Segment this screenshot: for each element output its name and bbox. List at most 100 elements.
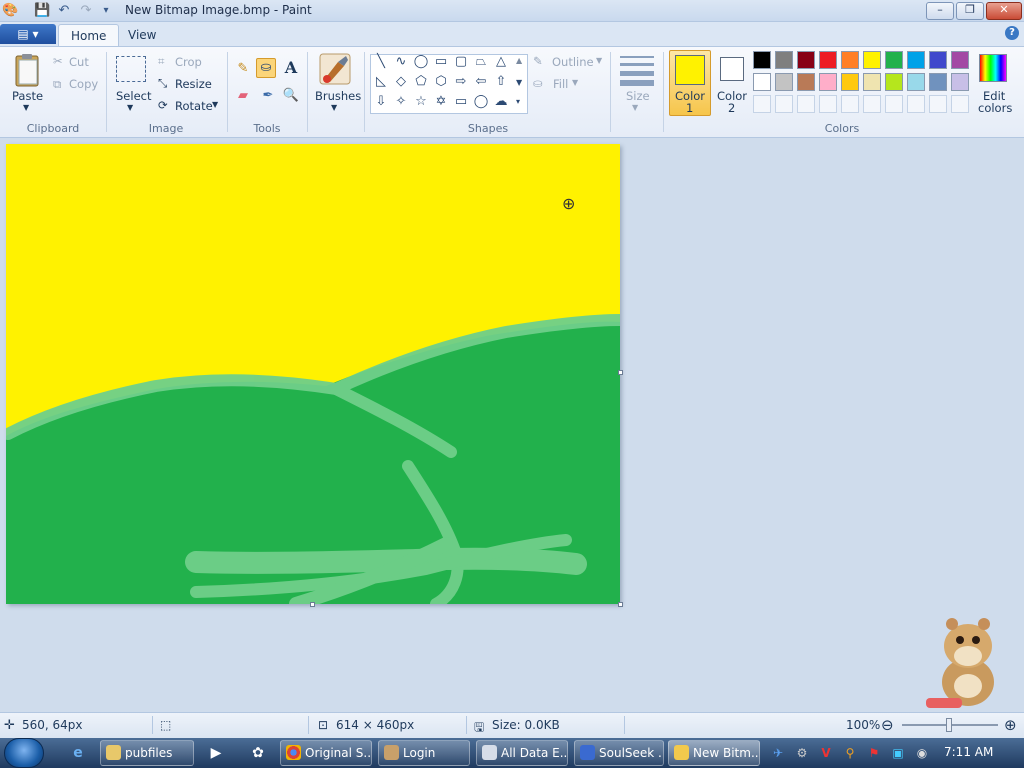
minimize-button[interactable]: – xyxy=(926,2,954,20)
size-button[interactable]: Size xyxy=(626,89,650,103)
shapes-scroll-down-icon[interactable]: ▼ xyxy=(516,78,522,87)
tray-speaker-icon[interactable]: ◉ xyxy=(914,745,930,761)
color-swatch[interactable] xyxy=(775,51,793,69)
tab-home[interactable]: Home xyxy=(58,24,120,46)
size-icon[interactable] xyxy=(620,54,654,86)
oval-callout-shape-icon[interactable]: ◯ xyxy=(472,93,490,111)
paste-icon[interactable] xyxy=(10,52,44,90)
color-picker-icon[interactable]: ✒ xyxy=(258,86,278,106)
right-triangle-shape-icon[interactable]: ◺ xyxy=(372,73,390,91)
pentagon-shape-icon[interactable]: ⬠ xyxy=(412,73,430,91)
cloud-callout-shape-icon[interactable]: ☁ xyxy=(492,93,510,111)
crop-icon[interactable]: ⌗ xyxy=(158,54,164,69)
select-icon[interactable] xyxy=(116,56,146,82)
magnifier-icon[interactable]: 🔍 xyxy=(281,86,301,106)
tray-v-icon[interactable]: V xyxy=(818,745,834,761)
rotate-dropdown-icon[interactable]: ▼ xyxy=(212,100,218,109)
taskbar-item-all-data[interactable]: All Data E... xyxy=(476,740,568,766)
crop-button[interactable]: Crop xyxy=(175,55,202,69)
tray-monitor-icon[interactable]: ▣ xyxy=(890,745,906,761)
left-arrow-shape-icon[interactable]: ⇦ xyxy=(472,73,490,91)
color-swatch[interactable] xyxy=(797,51,815,69)
empty-color-slot[interactable] xyxy=(797,95,815,113)
empty-color-slot[interactable] xyxy=(929,95,947,113)
six-point-star-shape-icon[interactable]: ✡ xyxy=(432,93,450,111)
resize-button[interactable]: Resize xyxy=(175,77,212,91)
paint-menu-button[interactable]: ▤ ▾ xyxy=(0,24,56,44)
start-button[interactable] xyxy=(4,738,44,768)
zoom-in-icon[interactable]: ⊕ xyxy=(1004,716,1017,734)
color-swatch[interactable] xyxy=(863,51,881,69)
size-dropdown-icon[interactable]: ▼ xyxy=(632,103,638,112)
canvas-resize-handle-right[interactable] xyxy=(618,370,623,375)
close-button[interactable]: ✕ xyxy=(986,2,1022,20)
hexagon-shape-icon[interactable]: ⬡ xyxy=(432,73,450,91)
empty-color-slot[interactable] xyxy=(775,95,793,113)
canvas-resize-handle-corner[interactable] xyxy=(618,602,623,607)
taskbar-item-soulseek[interactable]: SoulSeek ... xyxy=(574,740,664,766)
eraser-icon[interactable]: ▰ xyxy=(233,86,253,106)
shapes-scroll-up-icon[interactable]: ▲ xyxy=(516,56,522,65)
up-arrow-shape-icon[interactable]: ⇧ xyxy=(492,73,510,91)
tray-flag-icon[interactable]: ⚑ xyxy=(866,745,882,761)
color-swatch[interactable] xyxy=(775,73,793,91)
color-swatch[interactable] xyxy=(929,73,947,91)
paint-app-icon[interactable]: 🎨 xyxy=(2,3,18,19)
pencil-icon[interactable]: ✎ xyxy=(233,59,253,79)
color-swatch[interactable] xyxy=(907,51,925,69)
color-swatch[interactable] xyxy=(951,51,969,69)
outline-dropdown-icon[interactable]: ▼ xyxy=(596,56,602,65)
edit-colors-icon[interactable] xyxy=(979,54,1007,82)
undo-icon[interactable]: ↶ xyxy=(56,3,72,19)
curve-shape-icon[interactable]: ∿ xyxy=(392,53,410,71)
color-swatch[interactable] xyxy=(753,51,771,69)
copy-button[interactable]: Copy xyxy=(69,77,98,91)
resize-icon[interactable]: ⤡ xyxy=(158,76,167,91)
customize-quick-access-icon[interactable]: ▾ xyxy=(98,3,114,19)
outline-button[interactable]: Outline xyxy=(552,55,594,69)
empty-color-slot[interactable] xyxy=(863,95,881,113)
app-pinned-icon[interactable]: ✿ xyxy=(246,741,270,765)
color-swatch[interactable] xyxy=(885,51,903,69)
color-swatch[interactable] xyxy=(929,51,947,69)
polygon-shape-icon[interactable]: ⏢ xyxy=(472,53,490,71)
taskbar-clock[interactable]: 7:11 AM xyxy=(944,745,993,759)
help-button[interactable]: ? xyxy=(1005,26,1019,40)
empty-color-slot[interactable] xyxy=(819,95,837,113)
fill-dropdown-icon[interactable]: ▼ xyxy=(572,78,578,87)
outline-icon[interactable]: ✎ xyxy=(533,54,543,68)
copy-icon[interactable]: ⧉ xyxy=(53,77,61,92)
empty-color-slot[interactable] xyxy=(841,95,859,113)
color2-swatch[interactable] xyxy=(720,57,744,81)
paste-dropdown-icon[interactable]: ▼ xyxy=(23,103,29,112)
internet-explorer-icon[interactable]: e xyxy=(66,741,90,765)
rounded-rectangle-shape-icon[interactable]: ▢ xyxy=(452,53,470,71)
oval-shape-icon[interactable]: ◯ xyxy=(412,53,430,71)
drawing-canvas[interactable] xyxy=(6,144,620,604)
redo-icon[interactable]: ↷ xyxy=(78,3,94,19)
taskbar-item-login[interactable]: Login xyxy=(378,740,470,766)
color-swatch[interactable] xyxy=(907,73,925,91)
rect-callout-shape-icon[interactable]: ▭ xyxy=(452,93,470,111)
text-tool-icon[interactable]: A xyxy=(281,58,301,78)
triangle-shape-icon[interactable]: △ xyxy=(492,53,510,71)
empty-color-slot[interactable] xyxy=(907,95,925,113)
color-swatch[interactable] xyxy=(863,73,881,91)
fill-icon[interactable]: ⛀ xyxy=(533,76,543,90)
shapes-more-icon[interactable]: ▾ xyxy=(516,97,520,106)
tray-search-icon[interactable]: ⚲ xyxy=(842,745,858,761)
canvas-resize-handle-bottom[interactable] xyxy=(310,602,315,607)
taskbar-item-original[interactable]: Original S... xyxy=(280,740,372,766)
select-button[interactable]: Select xyxy=(116,89,151,103)
taskbar-item-pubfiles[interactable]: pubfiles xyxy=(100,740,194,766)
fill-bucket-icon[interactable]: ⛀ xyxy=(256,58,276,78)
color-swatch[interactable] xyxy=(819,73,837,91)
fill-button[interactable]: Fill xyxy=(553,77,568,91)
save-icon[interactable]: 💾 xyxy=(34,3,50,19)
five-point-star-shape-icon[interactable]: ☆ xyxy=(412,93,430,111)
diamond-shape-icon[interactable]: ◇ xyxy=(392,73,410,91)
zoom-slider-thumb[interactable] xyxy=(946,718,952,732)
rotate-button[interactable]: Rotate xyxy=(175,99,213,113)
color-swatch[interactable] xyxy=(841,73,859,91)
paste-button[interactable]: Paste xyxy=(12,89,43,103)
